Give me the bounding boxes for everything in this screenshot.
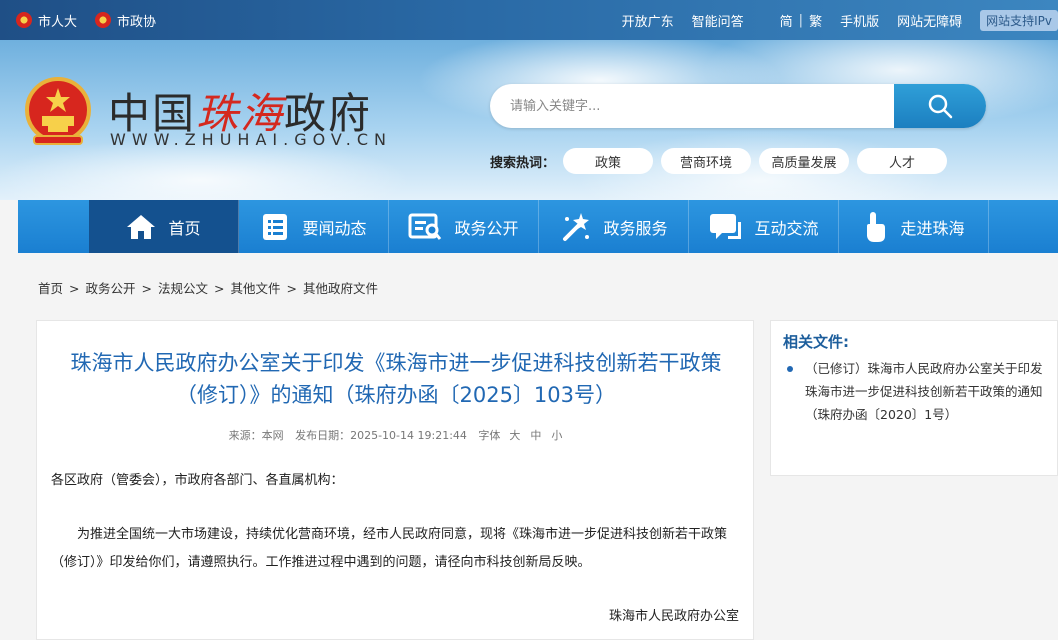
article-meta: 来源：本网 发布日期：2025-10-14 19:21:44 字体大中小 xyxy=(37,427,755,443)
nav-gov-affairs-label: 政务公开 xyxy=(454,218,519,238)
crumb-separator: > xyxy=(286,281,297,296)
hot-tag-business-env[interactable]: 营商环境 xyxy=(661,148,752,174)
nav-gov-affairs[interactable]: 政务公开 xyxy=(389,200,539,253)
search-icon xyxy=(928,94,953,119)
article-source: 来源：本网 xyxy=(228,429,284,442)
news-list-icon xyxy=(263,213,288,240)
related-file-label: （已修订）珠海市人民政府办公室关于印发珠海市进一步促进科技创新若干政策的通知（珠… xyxy=(805,361,1043,422)
nav-news-label: 要闻动态 xyxy=(302,218,367,238)
article-body: 为推进全国统一大市场建设，持续优化营商环境，经市人民政府同意，现将《珠海市进一步… xyxy=(51,527,728,570)
chat-icon xyxy=(710,213,742,239)
article-title: 珠海市人民政府办公室关于印发《珠海市进一步促进科技创新若干政策 （修订）》的通知… xyxy=(37,347,755,411)
site-domain: WWW.ZHUHAI.GOV.CN xyxy=(110,130,393,149)
hot-tag-quality-dev[interactable]: 高质量发展 xyxy=(759,148,850,174)
link-mobile[interactable]: 手机版 xyxy=(840,11,879,30)
crumb-separator: > xyxy=(141,281,152,296)
nav-gov-services-label: 政务服务 xyxy=(603,218,668,238)
crumb-separator: > xyxy=(214,281,225,296)
nav-interaction-label: 互动交流 xyxy=(754,218,819,238)
link-accessibility[interactable]: 网站无障碍 xyxy=(897,11,962,30)
link-open-guangdong[interactable]: 开放广东 xyxy=(622,11,674,30)
article-signature: 珠海市人民政府办公室 xyxy=(608,609,739,624)
crumb-separator: > xyxy=(69,281,80,296)
font-size-label: 字体 xyxy=(478,429,501,442)
breadcrumb: 首页 > 政务公开 > 法规公文 > 其他文件 > 其他政府文件 xyxy=(38,278,378,297)
nav-home-label: 首页 xyxy=(168,218,201,238)
divider: | xyxy=(798,12,804,28)
article-title-line2: （修订）》的通知（珠府办函〔2025〕103号） xyxy=(175,383,617,407)
crumb-gov-affairs[interactable]: 政务公开 xyxy=(86,281,136,296)
link-zhengxie-label: 市政协 xyxy=(117,14,157,30)
font-size-large[interactable]: 大 xyxy=(509,429,520,442)
header-banner: 中国珠海政府 WWW.ZHUHAI.GOV.CN 搜索热词： 政策 营商环境 高… xyxy=(0,40,1058,200)
article-title-line1: 珠海市人民政府办公室关于印发《珠海市进一步促进科技创新若干政策 xyxy=(70,351,722,375)
font-size-medium[interactable]: 中 xyxy=(530,429,541,442)
font-size-small[interactable]: 小 xyxy=(551,429,562,442)
link-smart-qa[interactable]: 智能问答 xyxy=(692,11,744,30)
related-files-heading: 相关文件: xyxy=(783,333,849,351)
hot-search-label: 搜索热词： xyxy=(490,155,556,171)
search-input[interactable] xyxy=(490,84,890,128)
link-simplified[interactable]: 简 xyxy=(780,11,793,30)
article-addressee: 各区政府（管委会），市政府各部门、各直属机构： xyxy=(51,473,344,488)
crumb-other-gov-files[interactable]: 其他政府文件 xyxy=(303,281,378,296)
hot-search: 搜索热词： 政策 营商环境 高质量发展 人才 xyxy=(490,148,955,174)
article-panel: 珠海市人民政府办公室关于印发《珠海市进一步促进科技创新若干政策 （修订）》的通知… xyxy=(36,320,754,640)
nav-home[interactable]: 首页 xyxy=(89,200,239,253)
nav-about-zhuhai[interactable]: 走进珠海 xyxy=(839,200,989,253)
ipv6-badge: 网站支持IPv xyxy=(980,9,1058,31)
document-search-icon xyxy=(408,213,442,240)
crumb-home[interactable]: 首页 xyxy=(38,281,63,296)
nav-about-zhuhai-label: 走进珠海 xyxy=(900,218,965,238)
hand-pointer-icon xyxy=(867,211,886,242)
link-zhengxie[interactable]: 市政协 xyxy=(95,11,156,30)
nav-gov-services[interactable]: 政务服务 xyxy=(539,200,689,253)
emblem-icon xyxy=(16,12,32,28)
search-box xyxy=(490,84,986,128)
top-links-right: 开放广东 智能问答 简 | 繁 手机版 网站无障碍 网站支持IPv xyxy=(604,0,1058,40)
hot-tag-talent[interactable]: 人才 xyxy=(857,148,948,174)
bullet-icon xyxy=(787,366,793,372)
top-links-left: 市人大 市政协 xyxy=(16,0,174,40)
crumb-regulations[interactable]: 法规公文 xyxy=(158,281,208,296)
crumb-other-files[interactable]: 其他文件 xyxy=(231,281,281,296)
search-button[interactable] xyxy=(894,84,986,128)
home-icon xyxy=(127,214,156,239)
hot-tag-policy[interactable]: 政策 xyxy=(563,148,654,174)
link-renda-label: 市人大 xyxy=(38,14,78,30)
main-nav: 首页 要闻动态 政务公开 政务服务 互动交流 走进珠海 xyxy=(18,200,1058,253)
related-files-panel: 相关文件: （已修订）珠海市人民政府办公室关于印发珠海市进一步促进科技创新若干政… xyxy=(770,320,1058,476)
article-date: 发布日期：2025-10-14 19:21:44 xyxy=(295,429,467,442)
top-bar: 市人大 市政协 开放广东 智能问答 简 | 繁 手机版 网站无障碍 网站支持IP… xyxy=(0,0,1058,40)
national-emblem-icon xyxy=(25,77,91,145)
link-traditional[interactable]: 繁 xyxy=(809,11,822,30)
magic-wand-icon xyxy=(563,212,590,241)
related-file-link[interactable]: （已修订）珠海市人民政府办公室关于印发珠海市进一步促进科技创新若干政策的通知（珠… xyxy=(787,357,1049,426)
link-renda[interactable]: 市人大 xyxy=(16,11,77,30)
emblem-icon xyxy=(95,12,112,28)
nav-interaction[interactable]: 互动交流 xyxy=(689,200,839,253)
nav-news[interactable]: 要闻动态 xyxy=(239,200,389,253)
